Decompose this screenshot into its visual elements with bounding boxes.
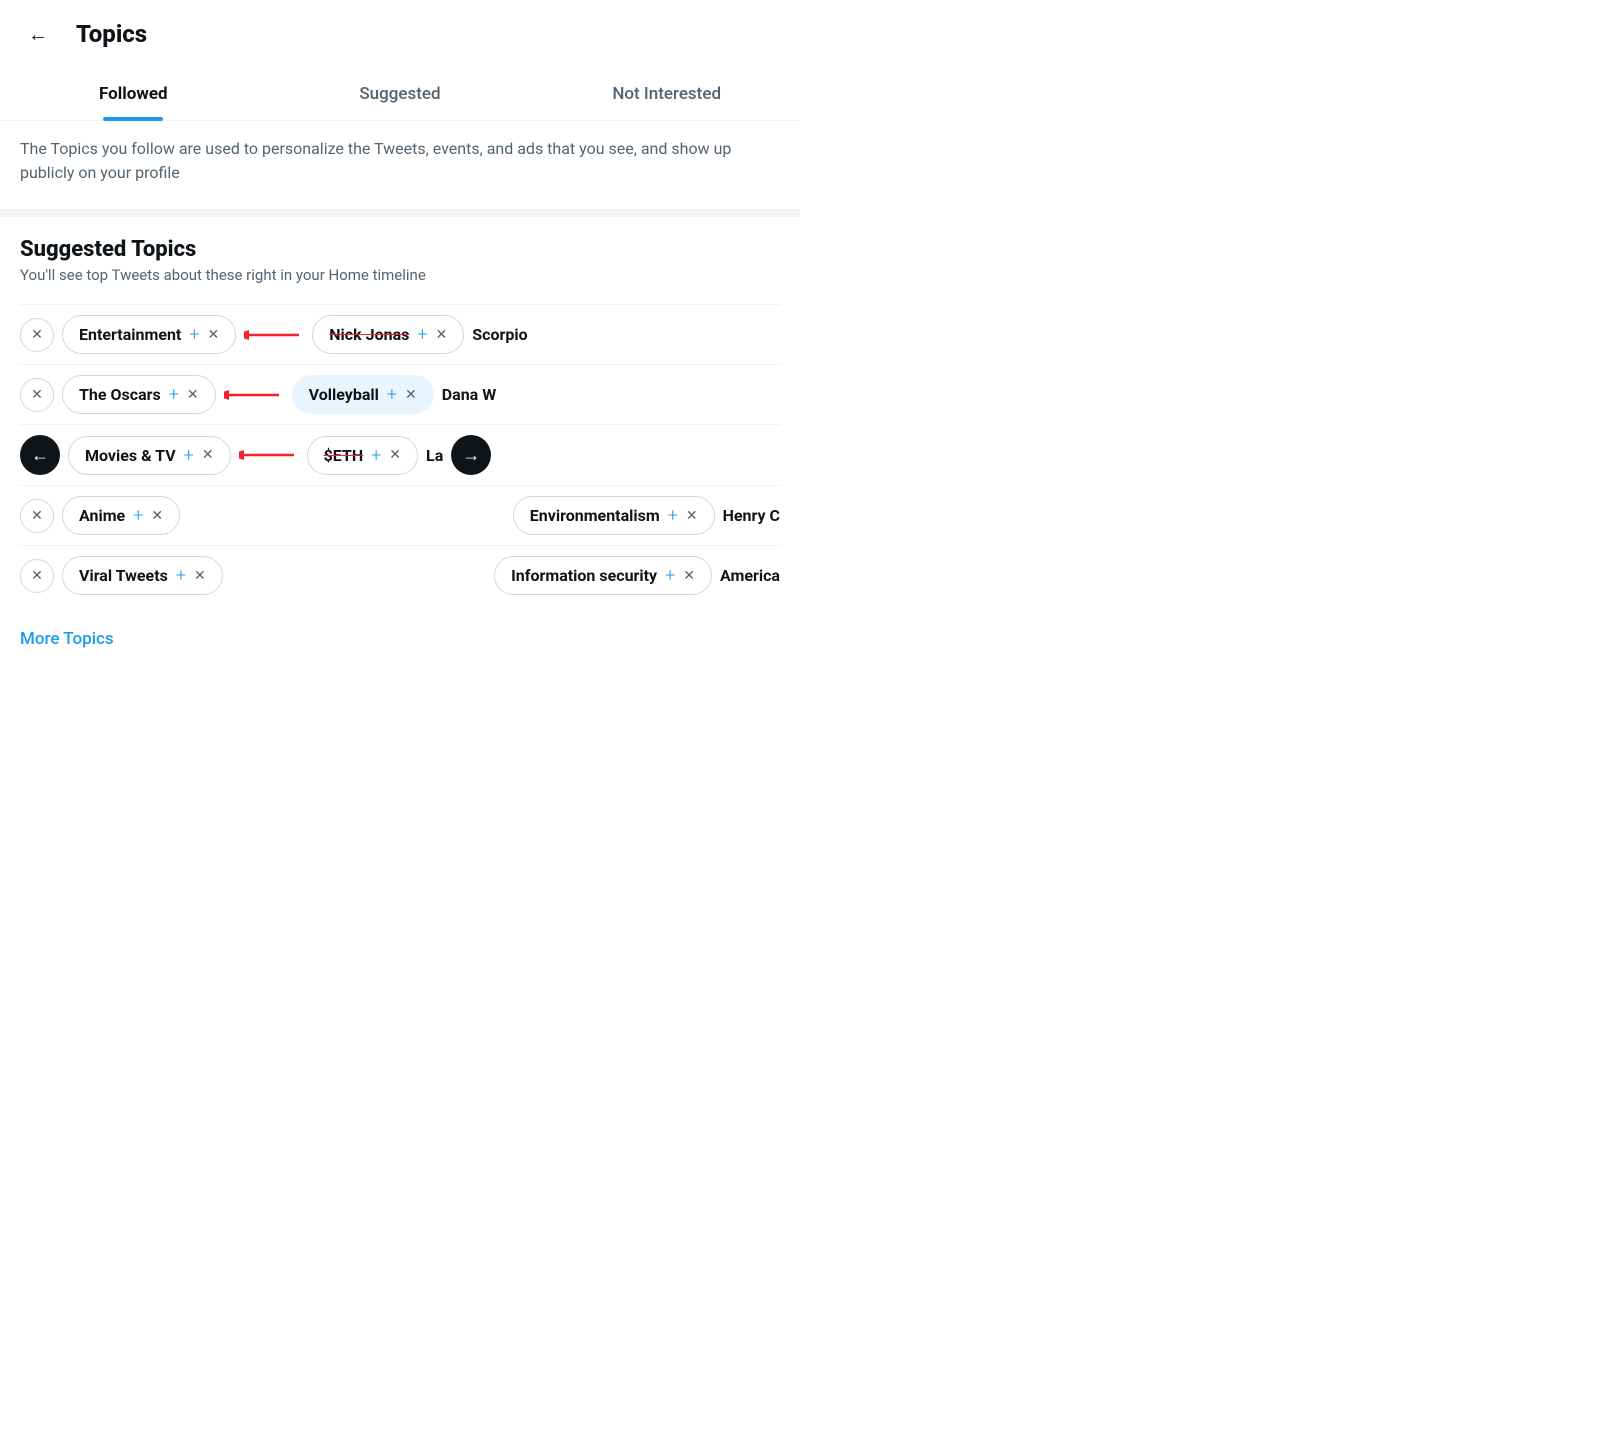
pill-viral-tweets[interactable]: Viral Tweets + ✕: [62, 556, 223, 595]
pill-eth-label: $ETH: [324, 446, 364, 465]
pill-movies-tv-x[interactable]: ✕: [202, 447, 214, 463]
pill-oscars-label: The Oscars: [79, 385, 161, 404]
suggested-section: Suggested Topics You'll see top Tweets a…: [0, 217, 800, 605]
pill-viral-tweets-label: Viral Tweets: [79, 566, 168, 585]
back-icon: ←: [28, 22, 48, 47]
tab-suggested[interactable]: Suggested: [267, 68, 534, 120]
pill-volleyball[interactable]: Volleyball + ✕: [292, 375, 434, 414]
red-arrow-icon-3: [239, 443, 299, 467]
arrow-row1: [244, 323, 304, 347]
suggested-title: Suggested Topics: [20, 237, 780, 262]
topic-row-2: ✕ The Oscars + ✕ Volleyball: [20, 364, 780, 424]
dismiss-anime[interactable]: ✕: [20, 499, 54, 533]
x-icon: ✕: [31, 508, 43, 524]
topic-row-5: ✕ Viral Tweets + ✕ Information security …: [20, 545, 780, 605]
tab-not-interested[interactable]: Not Interested: [533, 68, 800, 120]
x-icon: ✕: [31, 387, 43, 403]
topic-row-1: ✕ Entertainment + ✕ Nick: [20, 304, 780, 364]
pill-volleyball-label: Volleyball: [309, 385, 379, 404]
topic-row-4: ✕ Anime + ✕ Environmentalism + ✕ Henry C: [20, 485, 780, 545]
pill-oscars-plus[interactable]: +: [169, 384, 179, 405]
pill-anime-plus[interactable]: +: [133, 505, 143, 526]
description-text: The Topics you follow are used to person…: [0, 121, 800, 217]
page-title: Topics: [76, 20, 147, 48]
pill-oscars-x[interactable]: ✕: [187, 387, 199, 403]
pill-anime-x[interactable]: ✕: [151, 508, 163, 524]
pill-infosec-x[interactable]: ✕: [683, 568, 695, 584]
pill-infosec-label: Information security: [511, 566, 657, 585]
pill-nick-jonas[interactable]: Nick Jonas + ✕: [312, 315, 464, 354]
topic-row-3: ← Movies & TV + ✕ $ETH +: [20, 424, 780, 485]
pill-nick-jonas-label: Nick Jonas: [329, 325, 409, 344]
nav-left-button[interactable]: ←: [20, 435, 60, 475]
partial-row2: Dana W: [442, 385, 496, 404]
topics-grid: ✕ Entertainment + ✕ Nick: [20, 304, 780, 605]
pill-nick-jonas-x[interactable]: ✕: [436, 327, 448, 343]
pill-entertainment-x[interactable]: ✕: [208, 327, 220, 343]
nav-right-icon: →: [462, 445, 480, 466]
pill-volleyball-x[interactable]: ✕: [405, 387, 417, 403]
pill-entertainment[interactable]: Entertainment + ✕: [62, 315, 236, 354]
pill-environmentalism-plus[interactable]: +: [668, 505, 678, 526]
red-arrow-icon: [244, 323, 304, 347]
pill-oscars[interactable]: The Oscars + ✕: [62, 375, 216, 414]
pill-eth-x[interactable]: ✕: [389, 447, 401, 463]
dismiss-viral-tweets[interactable]: ✕: [20, 559, 54, 593]
partial-row3: La: [426, 446, 443, 465]
pill-movies-tv-plus[interactable]: +: [184, 445, 194, 466]
dismiss-oscars[interactable]: ✕: [20, 378, 54, 412]
pill-movies-tv-label: Movies & TV: [85, 446, 176, 465]
x-icon: ✕: [31, 327, 43, 343]
x-icon: ✕: [31, 568, 43, 584]
pill-viral-tweets-plus[interactable]: +: [176, 565, 186, 586]
header: ← Topics: [0, 0, 800, 68]
nav-right-button[interactable]: →: [451, 435, 491, 475]
back-button[interactable]: ←: [20, 16, 56, 52]
arrow-row3: [239, 443, 299, 467]
pill-environmentalism-x[interactable]: ✕: [686, 508, 698, 524]
pill-nick-jonas-plus[interactable]: +: [417, 324, 427, 345]
pill-anime[interactable]: Anime + ✕: [62, 496, 180, 535]
pill-environmentalism[interactable]: Environmentalism + ✕: [513, 496, 715, 535]
pill-infosec[interactable]: Information security + ✕: [494, 556, 712, 595]
dismiss-entertainment[interactable]: ✕: [20, 318, 54, 352]
pill-infosec-plus[interactable]: +: [665, 565, 675, 586]
pill-environmentalism-label: Environmentalism: [530, 506, 660, 525]
partial-row4: Henry C: [723, 506, 780, 525]
red-arrow-icon-2: [224, 383, 284, 407]
arrow-row2: [224, 383, 284, 407]
pill-anime-label: Anime: [79, 506, 125, 525]
tab-followed[interactable]: Followed: [0, 68, 267, 120]
tabs-bar: Followed Suggested Not Interested: [0, 68, 800, 121]
nav-left-icon: ←: [31, 445, 49, 466]
pill-viral-tweets-x[interactable]: ✕: [194, 568, 206, 584]
suggested-subtitle: You'll see top Tweets about these right …: [20, 266, 780, 284]
pill-volleyball-plus[interactable]: +: [387, 384, 397, 405]
partial-row5: America: [720, 566, 780, 585]
partial-row1: Scorpio: [472, 325, 527, 344]
pill-eth-plus[interactable]: +: [371, 445, 381, 466]
pill-movies-tv[interactable]: Movies & TV + ✕: [68, 436, 231, 475]
pill-entertainment-label: Entertainment: [79, 325, 181, 344]
pill-eth[interactable]: $ETH + ✕: [307, 436, 418, 475]
pill-entertainment-plus[interactable]: +: [189, 324, 199, 345]
more-topics-link[interactable]: More Topics: [20, 629, 114, 649]
